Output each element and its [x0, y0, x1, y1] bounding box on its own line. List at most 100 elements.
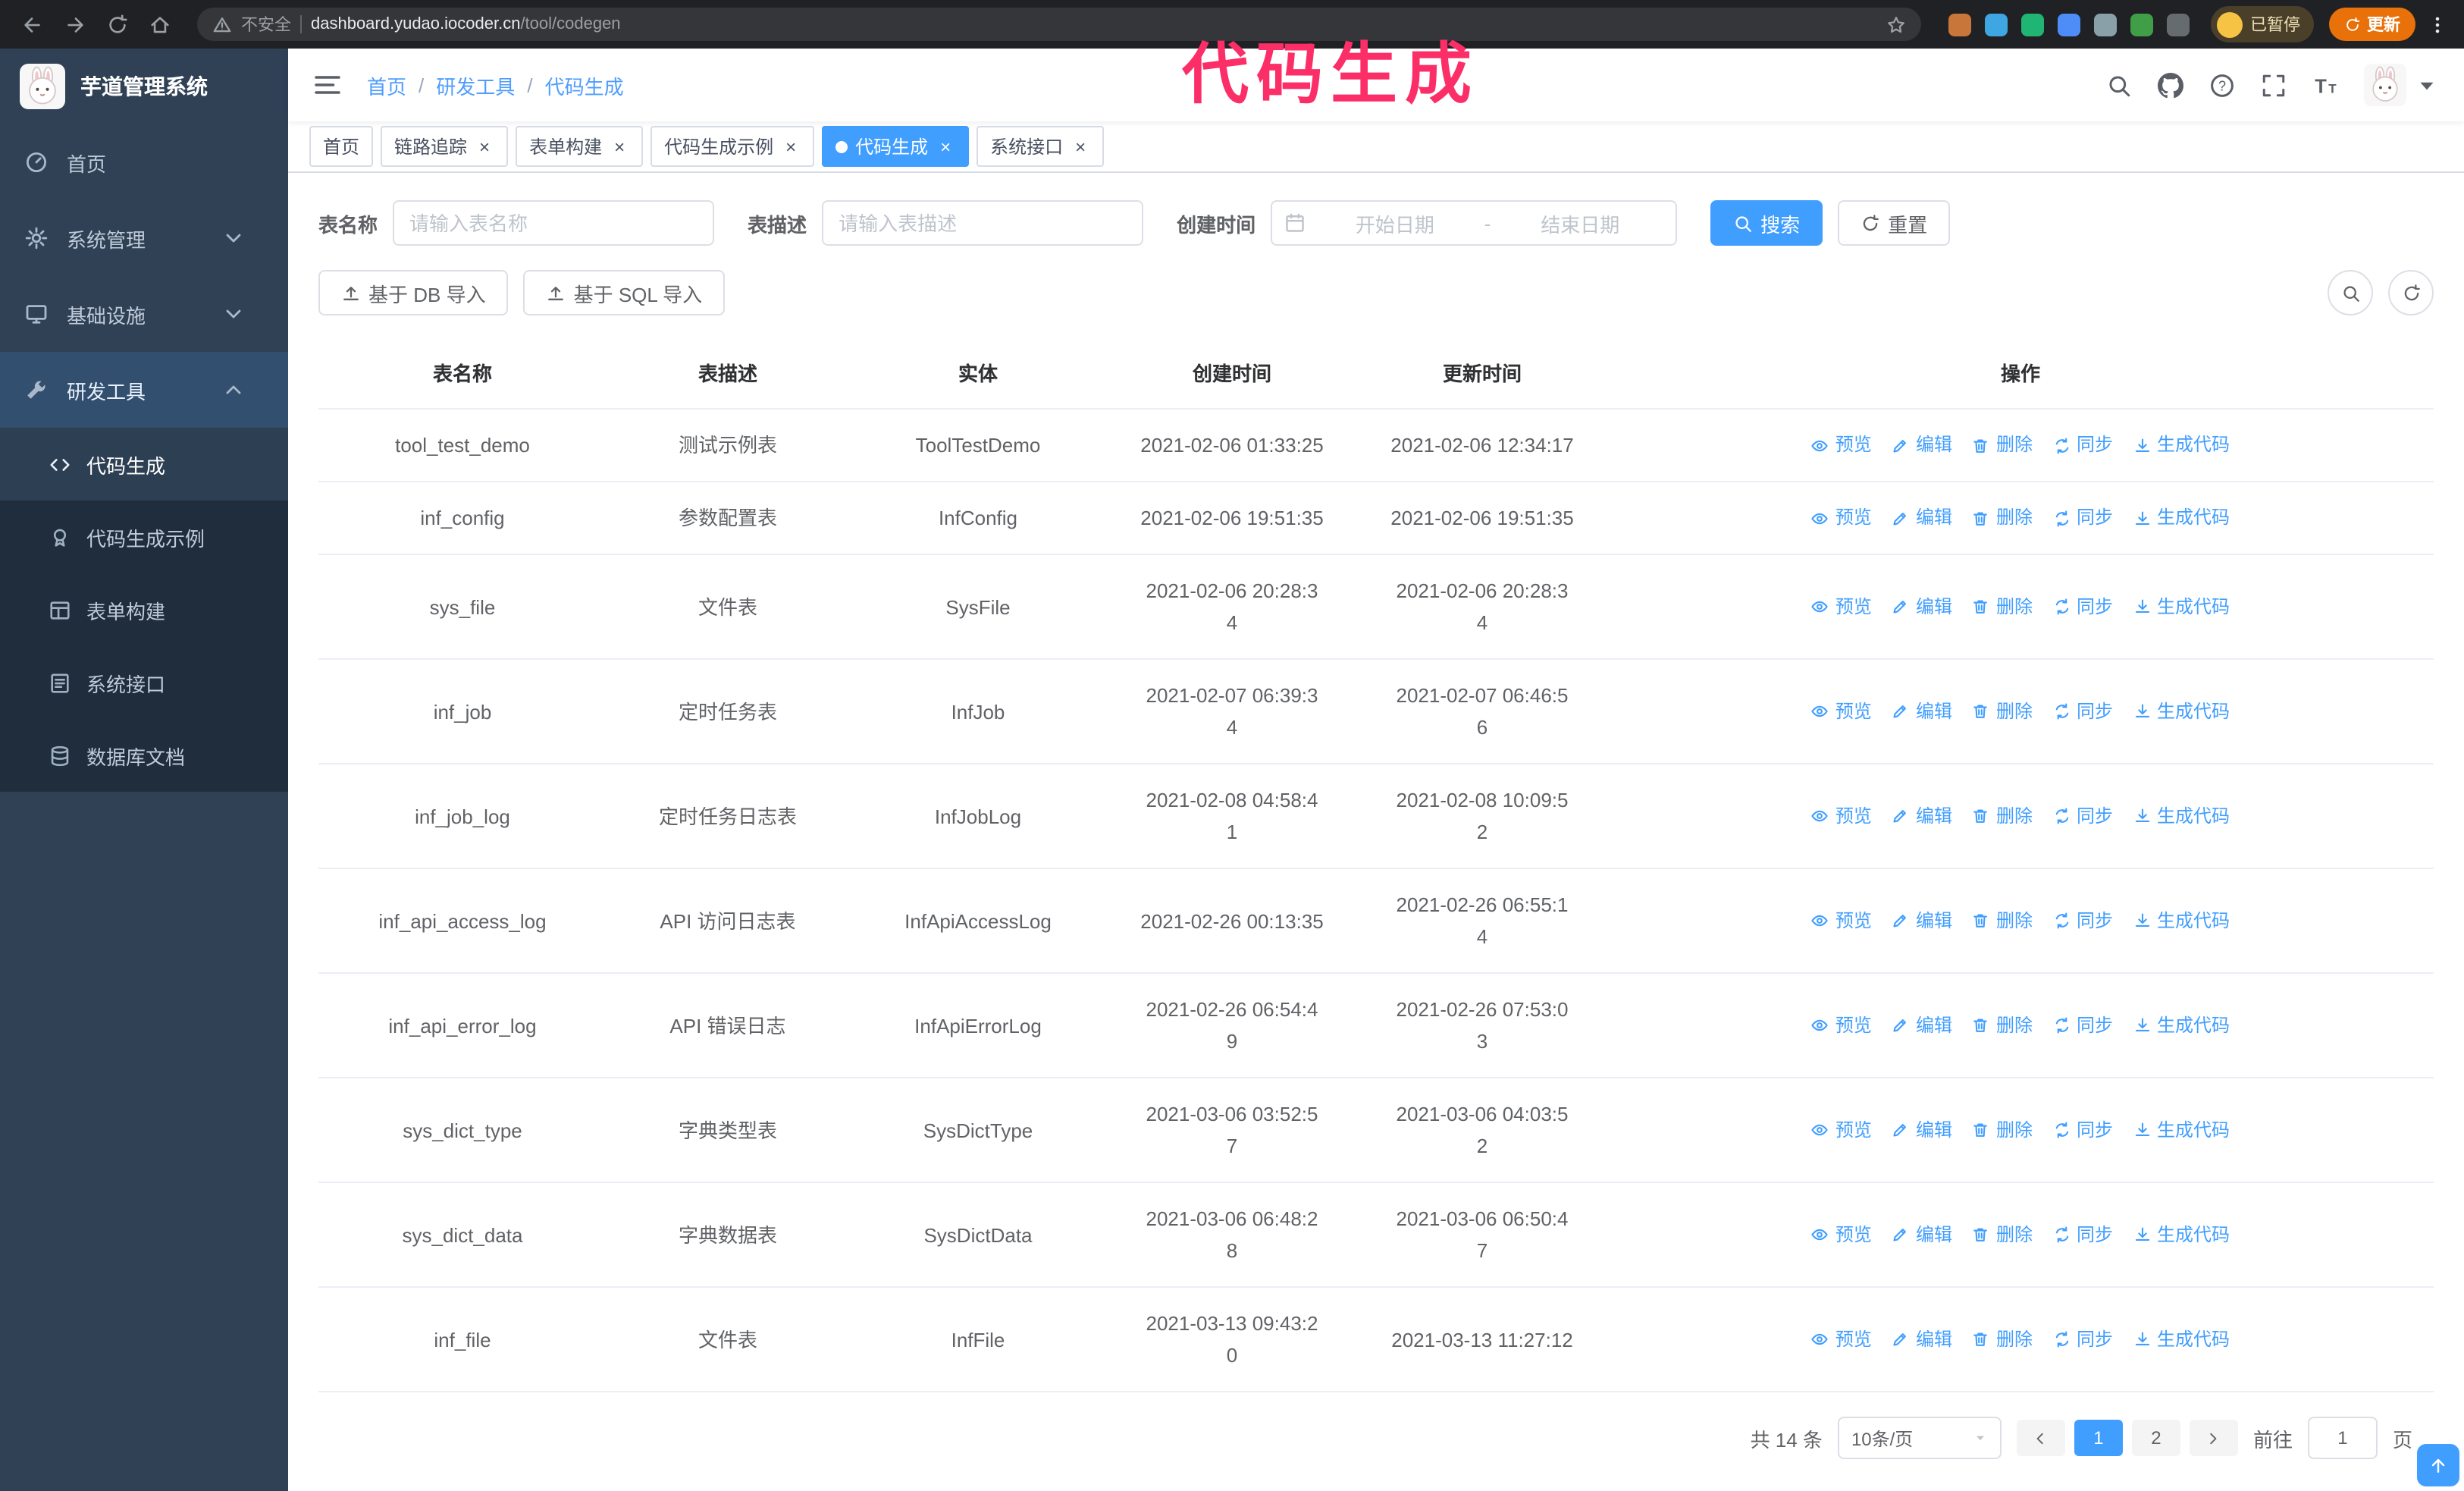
browser-extension-icon[interactable] [2058, 13, 2080, 36]
tab-item[interactable]: 链路追踪 × [381, 126, 509, 167]
date-range-picker[interactable]: 开始日期 - 结束日期 [1271, 200, 1678, 246]
profile-chip[interactable]: 已暂停 [2211, 6, 2314, 42]
browser-home-button[interactable] [140, 5, 179, 44]
browser-extension-icon[interactable] [1985, 13, 2008, 36]
search-button[interactable]: 搜索 [1710, 200, 1823, 246]
op-sync-link[interactable]: 同步 [2052, 695, 2113, 727]
op-sync-link[interactable]: 同步 [2052, 1009, 2113, 1041]
op-edit-link[interactable]: 编辑 [1892, 695, 1952, 727]
op-delete-link[interactable]: 删除 [1972, 800, 2033, 832]
tab-close-icon[interactable]: × [610, 137, 629, 156]
user-avatar-menu[interactable] [2364, 64, 2440, 106]
op-delete-link[interactable]: 删除 [1972, 1114, 2033, 1146]
op-preview-link[interactable]: 预览 [1811, 800, 1872, 832]
github-icon[interactable] [2158, 72, 2183, 98]
op-generate-code-link[interactable]: 生成代码 [2133, 429, 2230, 461]
search-icon[interactable] [2106, 72, 2132, 98]
goto-page-input[interactable] [2307, 1417, 2378, 1459]
op-generate-code-link[interactable]: 生成代码 [2133, 1114, 2230, 1146]
op-edit-link[interactable]: 编辑 [1892, 1009, 1952, 1041]
fullscreen-icon[interactable] [2261, 72, 2287, 98]
toggle-search-button[interactable] [2328, 270, 2373, 315]
op-sync-link[interactable]: 同步 [2052, 1114, 2113, 1146]
import-db-button[interactable]: 基于 DB 导入 [318, 270, 509, 315]
tab-close-icon[interactable]: × [936, 137, 955, 156]
sidebar-subitem[interactable]: 数据库文档 [0, 719, 288, 792]
op-delete-link[interactable]: 删除 [1972, 1323, 2033, 1355]
back-to-top-button[interactable] [2417, 1444, 2459, 1486]
tab-item[interactable]: 表单构建 × [516, 126, 644, 167]
op-delete-link[interactable]: 删除 [1972, 695, 2033, 727]
tab-item[interactable]: 代码生成示例 × [650, 126, 815, 167]
page-button[interactable]: 1 [2074, 1420, 2123, 1456]
hamburger-icon[interactable] [312, 70, 343, 100]
help-icon[interactable]: ? [2209, 72, 2235, 98]
op-generate-code-link[interactable]: 生成代码 [2133, 1009, 2230, 1041]
refresh-table-button[interactable] [2388, 270, 2434, 315]
op-preview-link[interactable]: 预览 [1811, 1009, 1872, 1041]
font-size-icon[interactable]: TT [2312, 72, 2338, 98]
browser-extension-icon[interactable] [2130, 13, 2153, 36]
import-sql-button[interactable]: 基于 SQL 导入 [523, 270, 726, 315]
breadcrumb-item[interactable]: 代码生成 [545, 71, 624, 99]
browser-extension-icon[interactable] [1948, 13, 1971, 36]
op-edit-link[interactable]: 编辑 [1892, 905, 1952, 937]
op-preview-link[interactable]: 预览 [1811, 502, 1872, 534]
op-preview-link[interactable]: 预览 [1811, 1114, 1872, 1146]
op-edit-link[interactable]: 编辑 [1892, 800, 1952, 832]
sidebar-item[interactable]: 首页 [0, 124, 288, 200]
op-preview-link[interactable]: 预览 [1811, 1323, 1872, 1355]
op-generate-code-link[interactable]: 生成代码 [2133, 502, 2230, 534]
op-preview-link[interactable]: 预览 [1811, 429, 1872, 461]
op-sync-link[interactable]: 同步 [2052, 429, 2113, 461]
op-delete-link[interactable]: 删除 [1972, 429, 2033, 461]
op-sync-link[interactable]: 同步 [2052, 1323, 2113, 1355]
browser-extension-icon[interactable] [2094, 13, 2117, 36]
op-sync-link[interactable]: 同步 [2052, 905, 2113, 937]
sidebar-item[interactable]: 研发工具 [0, 352, 288, 428]
sidebar-item[interactable]: 基础设施 [0, 276, 288, 352]
sidebar-subitem[interactable]: 系统接口 [0, 646, 288, 719]
app-logo[interactable]: 芋道管理系统 [0, 49, 288, 124]
sidebar-subitem[interactable]: 代码生成 [0, 428, 288, 501]
reset-button[interactable]: 重置 [1838, 200, 1951, 246]
prev-page-button[interactable] [2016, 1420, 2065, 1456]
op-generate-code-link[interactable]: 生成代码 [2133, 695, 2230, 727]
page-button[interactable]: 2 [2131, 1420, 2180, 1456]
sidebar-item[interactable]: 系统管理 [0, 200, 288, 276]
op-edit-link[interactable]: 编辑 [1892, 502, 1952, 534]
browser-update-button[interactable]: 更新 [2329, 8, 2415, 41]
browser-reload-button[interactable] [97, 5, 136, 44]
op-delete-link[interactable]: 删除 [1972, 591, 2033, 623]
op-delete-link[interactable]: 删除 [1972, 1009, 2033, 1041]
breadcrumb-item[interactable]: 研发工具 [436, 71, 515, 99]
page-size-select[interactable]: 10条/页 [1837, 1417, 2002, 1459]
op-edit-link[interactable]: 编辑 [1892, 429, 1952, 461]
op-delete-link[interactable]: 删除 [1972, 905, 2033, 937]
tab-close-icon[interactable]: × [1071, 137, 1090, 156]
op-preview-link[interactable]: 预览 [1811, 1219, 1872, 1251]
op-edit-link[interactable]: 编辑 [1892, 1323, 1952, 1355]
op-delete-link[interactable]: 删除 [1972, 1219, 2033, 1251]
op-sync-link[interactable]: 同步 [2052, 591, 2113, 623]
op-generate-code-link[interactable]: 生成代码 [2133, 591, 2230, 623]
breadcrumb-item[interactable]: 首页 [367, 71, 406, 99]
table-name-input[interactable] [393, 200, 715, 246]
tab-item[interactable]: 系统接口 × [977, 126, 1105, 167]
op-sync-link[interactable]: 同步 [2052, 502, 2113, 534]
op-preview-link[interactable]: 预览 [1811, 905, 1872, 937]
tab-close-icon[interactable]: × [475, 137, 494, 156]
op-edit-link[interactable]: 编辑 [1892, 1219, 1952, 1251]
bookmark-star-icon[interactable] [1886, 14, 1906, 34]
tab-close-icon[interactable]: × [781, 137, 801, 156]
address-bar[interactable]: 不安全 dashboard.yudao.iocoder.cn/tool/code… [197, 8, 1921, 41]
op-sync-link[interactable]: 同步 [2052, 800, 2113, 832]
op-generate-code-link[interactable]: 生成代码 [2133, 905, 2230, 937]
sidebar-subitem[interactable]: 代码生成示例 [0, 501, 288, 573]
browser-menu-button[interactable] [2422, 5, 2452, 44]
browser-forward-button[interactable] [55, 5, 94, 44]
op-sync-link[interactable]: 同步 [2052, 1219, 2113, 1251]
table-desc-input[interactable] [822, 200, 1144, 246]
op-preview-link[interactable]: 预览 [1811, 695, 1872, 727]
browser-extension-icon[interactable] [2021, 13, 2044, 36]
